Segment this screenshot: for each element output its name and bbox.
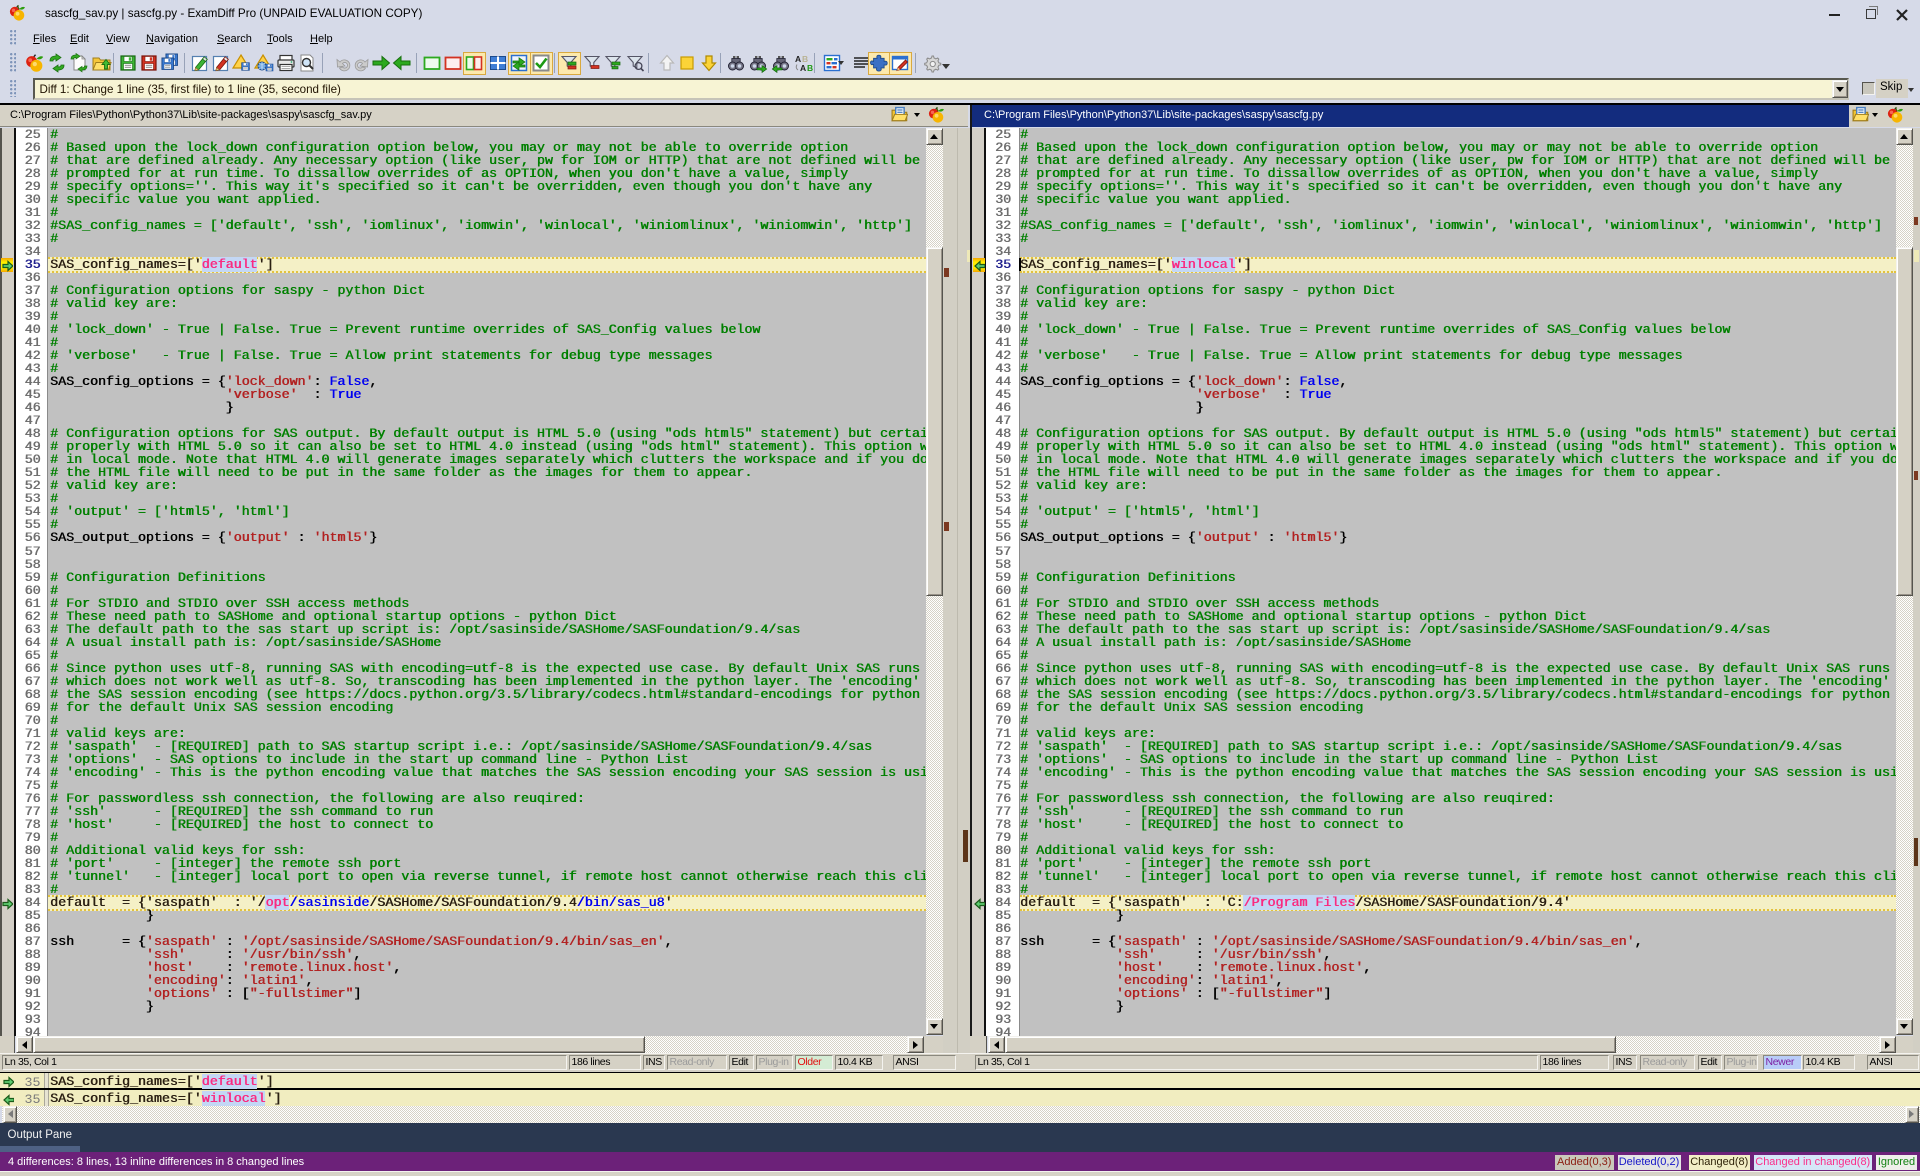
svg-text:A: A [800,63,806,73]
svg-text:B: B [807,63,813,73]
